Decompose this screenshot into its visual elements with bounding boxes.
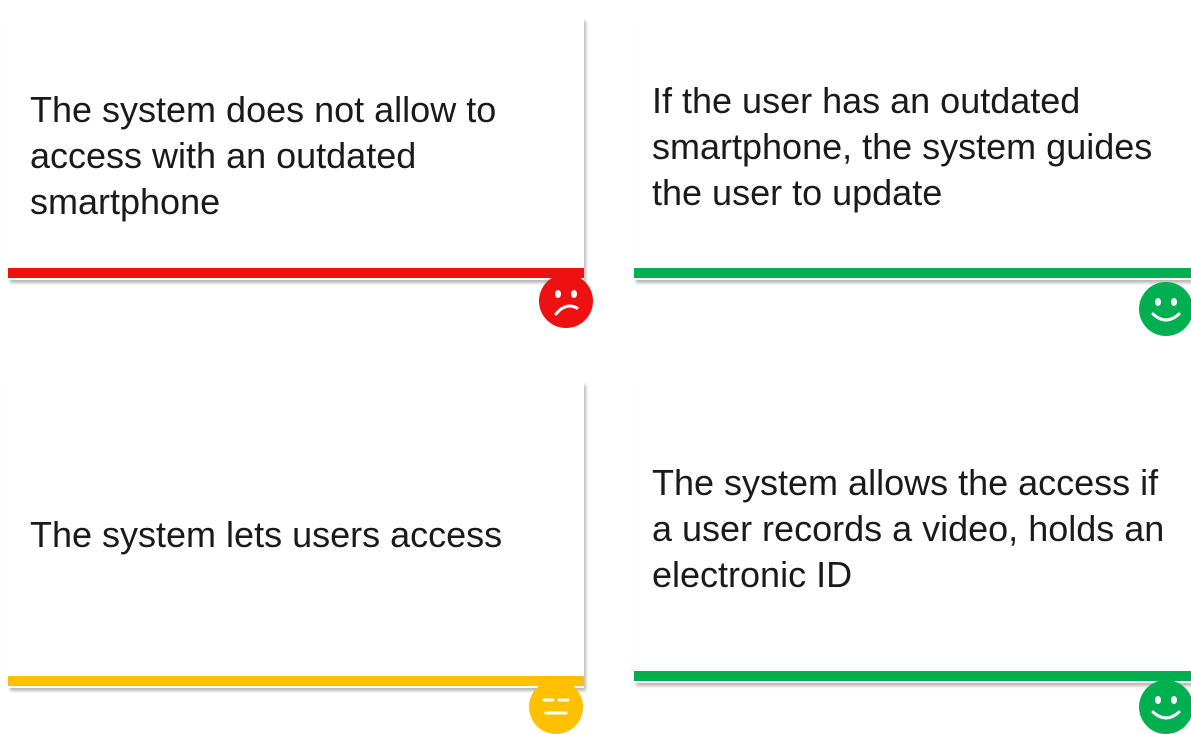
smiley-face-icon <box>1139 680 1191 734</box>
status-bar-green <box>634 671 1191 681</box>
smiley-face-icon <box>1139 282 1191 336</box>
statement-text: If the user has an outdated smartphone, … <box>652 80 1153 213</box>
sad-face-icon <box>539 274 593 328</box>
status-bar-green <box>634 268 1191 278</box>
statement-text: The system does not allow to access with… <box>30 89 497 222</box>
status-bar-red <box>8 268 584 278</box>
statement-card-3: The system lets users access <box>8 382 584 688</box>
statement-text: The system lets users access <box>30 514 503 555</box>
statement-card-2: If the user has an outdated smartphone, … <box>634 18 1191 280</box>
status-bar-yellow <box>8 676 584 686</box>
statement-text: The system allows the access if a user r… <box>652 462 1165 595</box>
neutral-face-icon <box>529 680 583 734</box>
statement-card-4: The system allows the access if a user r… <box>634 378 1191 683</box>
statement-card-1: The system does not allow to access with… <box>8 18 584 280</box>
